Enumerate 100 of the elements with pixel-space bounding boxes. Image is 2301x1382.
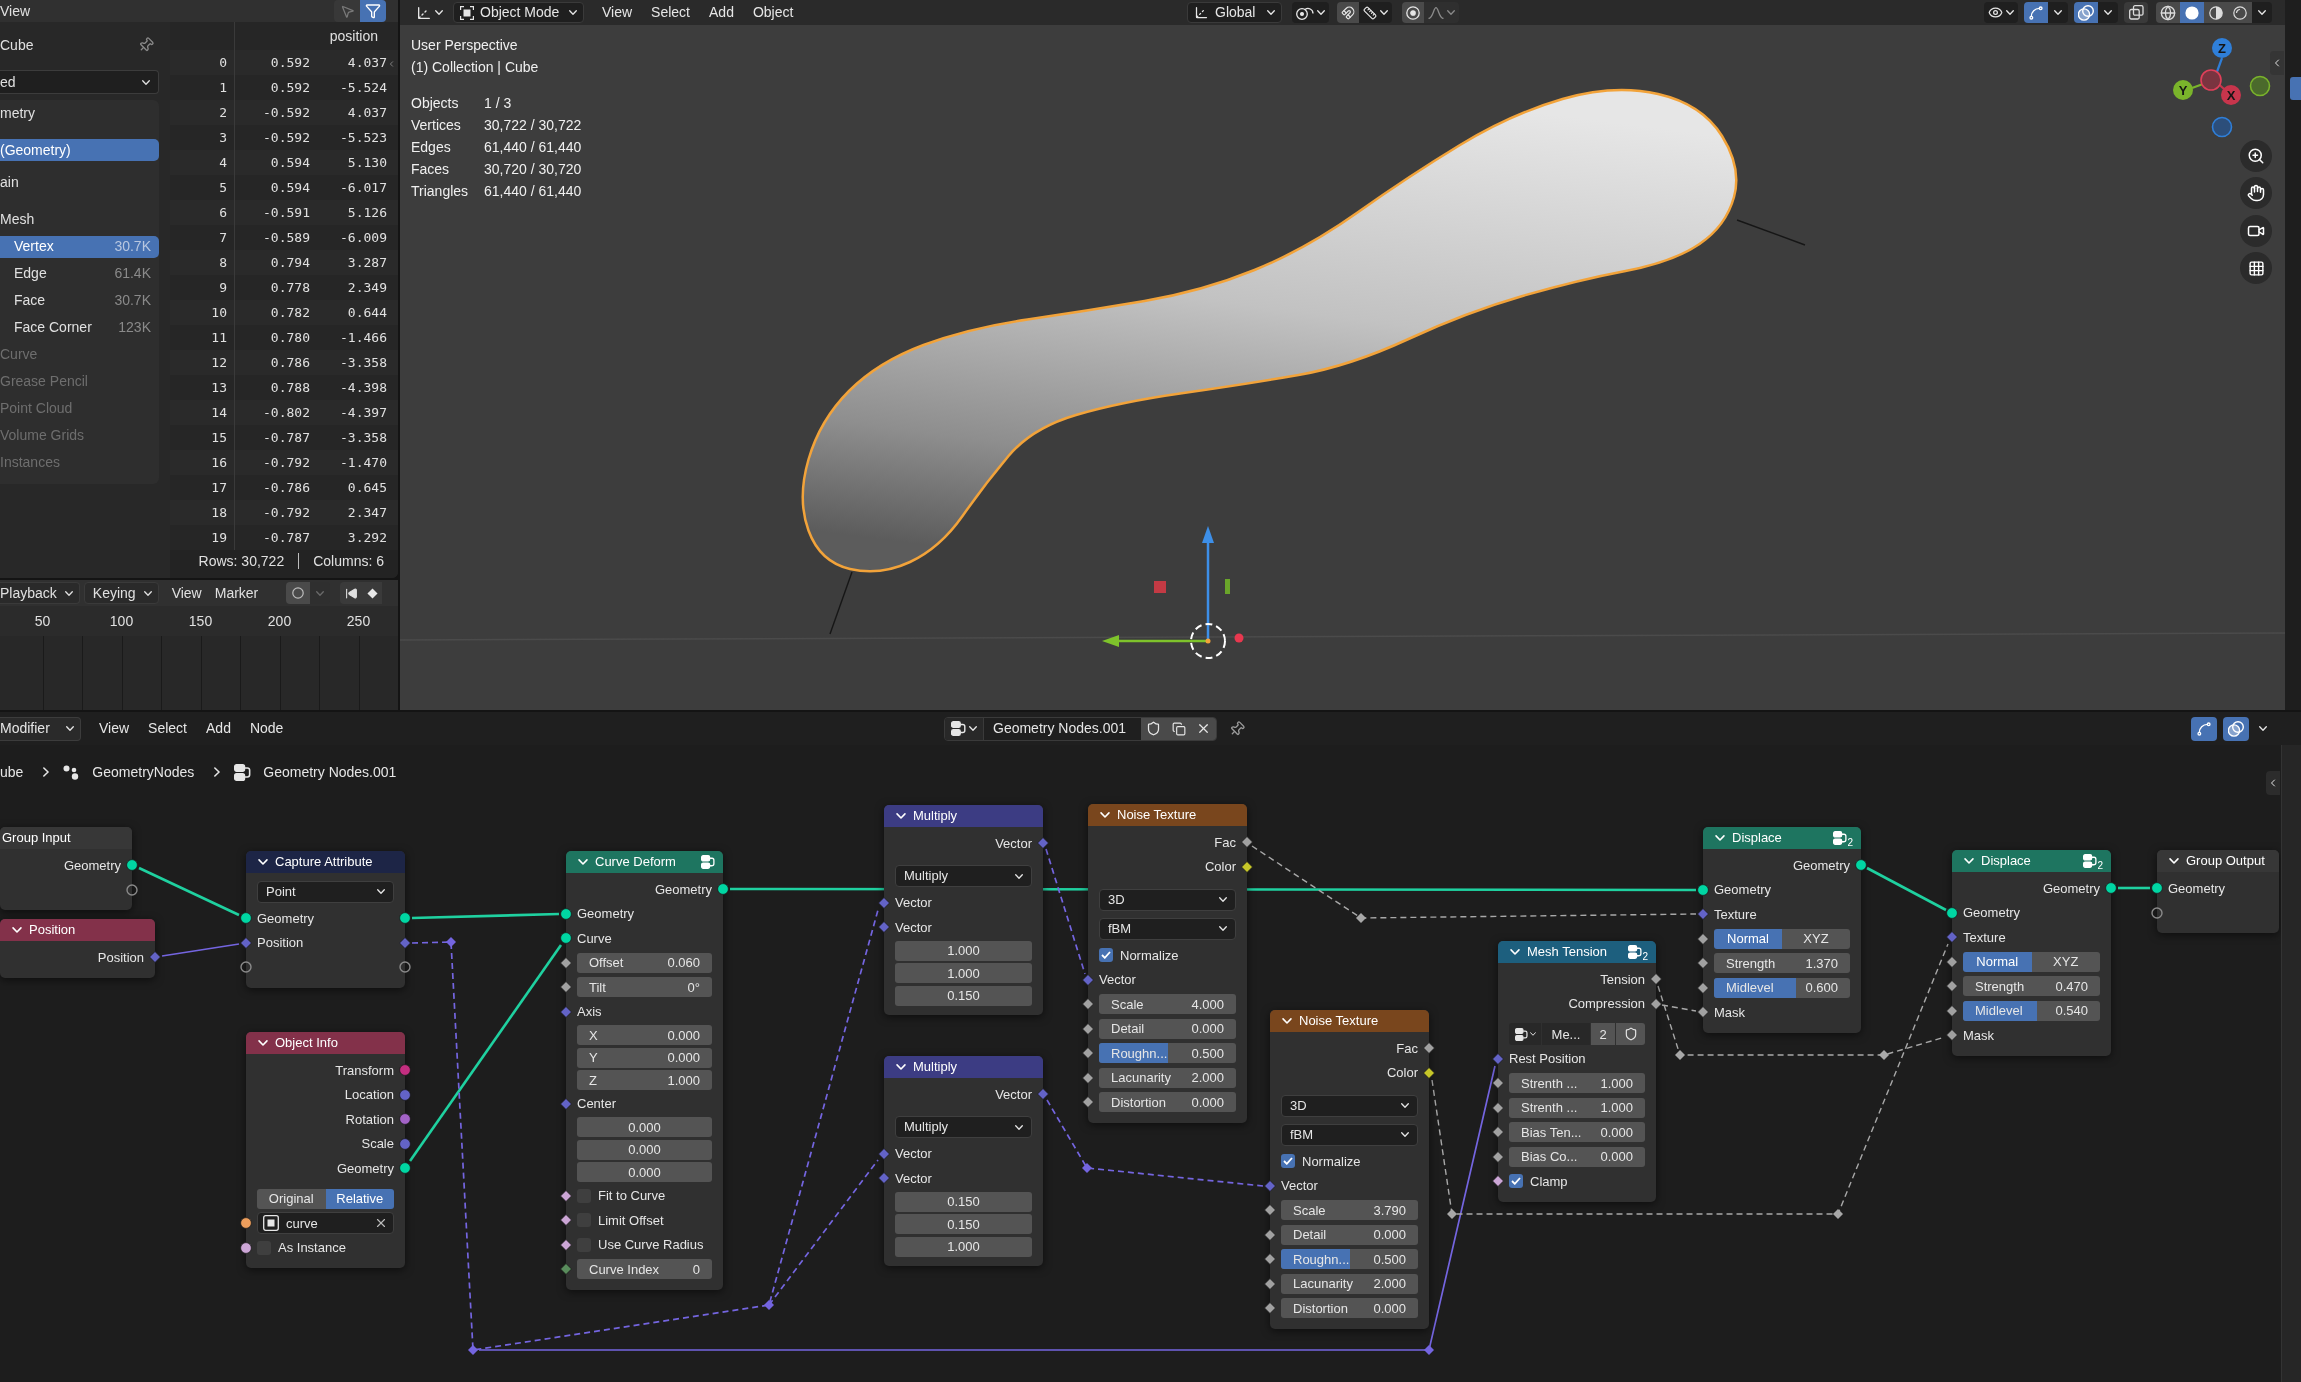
socket-label: Geometry (2168, 879, 2226, 898)
socket-label: Geometry (257, 909, 315, 928)
socket-label: Center (577, 1095, 617, 1113)
table-cell-text: 0.794 (270, 253, 310, 272)
table-cell-text: -5.523 (340, 128, 387, 147)
node-title: Group Output (2186, 852, 2265, 871)
table-cell-text: 0.592 (270, 53, 310, 72)
stat-value: 1 / 3 (484, 94, 512, 113)
table-cell-text: 0.594 (270, 153, 310, 172)
table-cell-text: 0.788 (270, 378, 310, 397)
node-title: Capture Attribute (275, 853, 373, 872)
node-title: Noise Texture (1299, 1012, 1379, 1031)
stat-value: 61,440 / 61,440 (484, 182, 582, 201)
section-heading: metry (0, 103, 35, 123)
domain-group-label: Instances (0, 453, 60, 472)
column-header: position (329, 26, 378, 46)
socket-label: Transform (335, 1061, 394, 1080)
axis-label: Z (2218, 40, 2226, 56)
stat-label: Triangles (411, 182, 469, 201)
table-cell-text: 0.594 (270, 178, 310, 197)
socket-label: Mask (1963, 1026, 1995, 1045)
table-cell-text: -3.358 (340, 353, 387, 372)
table-cell-text: 4.037 (347, 103, 387, 122)
socket-label: Geometry (2042, 879, 2100, 898)
table-cell-text: 5.130 (347, 153, 387, 172)
socket-label: Fac (1396, 1039, 1418, 1058)
socket-label: Rotation (345, 1110, 394, 1129)
socket-label: Compression (1568, 995, 1645, 1013)
node-title: Group Input (2, 829, 71, 848)
domain-group-label: Mesh (0, 210, 35, 229)
socket-label: Geometry (1963, 904, 2021, 922)
socket-label: Color (1386, 1064, 1418, 1082)
socket-label: Geometry (1714, 881, 1772, 899)
stat-value: 61,440 / 61,440 (484, 138, 582, 157)
table-cell-text: -0.787 (263, 528, 310, 547)
stat-label: Faces (411, 160, 450, 179)
table-cell-text: 0.778 (270, 278, 310, 297)
stat-label: Objects (411, 94, 459, 113)
breadcrumb-item: ube (0, 762, 24, 782)
user-count: 2 (2097, 861, 2103, 871)
node-title: Noise Texture (1117, 806, 1197, 825)
socket-label: Geometry (63, 856, 121, 875)
table-cell-text: -6.009 (340, 228, 387, 247)
row-index: 7 (219, 228, 227, 247)
node-title: Object Info (275, 1034, 338, 1053)
table-cell-text: -0.592 (263, 103, 310, 122)
table-cell-text: -1.466 (340, 328, 387, 347)
row-index: 14 (211, 403, 227, 422)
row-count: Rows: 30,722 (198, 551, 285, 571)
row-index: 1 (219, 78, 227, 97)
table-cell-text: -0.786 (263, 478, 310, 497)
row-index: 6 (219, 203, 227, 222)
table-cell-text: 0.645 (347, 478, 387, 497)
row-index: 0 (219, 53, 227, 72)
socket-label: Location (344, 1086, 394, 1104)
row-index: 8 (219, 253, 227, 272)
table-cell-text: 2.349 (347, 278, 387, 297)
socket-label: Fac (1214, 833, 1236, 852)
table-cell-text: 4.037 (347, 53, 387, 72)
socket-label: Curve (577, 929, 612, 948)
frame-number: 150 (188, 611, 213, 631)
table-cell-text: -0.787 (263, 428, 310, 447)
axis-label: X (2226, 87, 2236, 103)
row-index: 5 (219, 178, 227, 197)
checkbox-label: Normalize (1120, 946, 1179, 965)
node-title: Mesh Tension (1527, 943, 1607, 962)
table-cell-text: 0.780 (270, 328, 310, 347)
table-cell-text: 5.126 (347, 203, 387, 222)
row-index: 3 (219, 128, 227, 147)
socket-label: Vector (895, 918, 932, 937)
table-cell-text: -0.592 (263, 128, 310, 147)
table-cell-text: -4.398 (340, 378, 387, 397)
object-name: Cube (0, 35, 34, 55)
socket-label: Vector (995, 1085, 1032, 1104)
domain-group-label: Grease Pencil (0, 372, 88, 391)
checkbox-label: Normalize (1302, 1152, 1361, 1171)
node-title: Multiply (913, 807, 958, 826)
breadcrumb-item: Geometry Nodes.001 (263, 762, 397, 782)
checkbox-label: As Instance (278, 1239, 346, 1257)
stat-label: Edges (411, 138, 451, 157)
socket-label: Tension (1600, 970, 1645, 989)
table-cell-text: -6.017 (340, 178, 387, 197)
node-title: Displace (1732, 829, 1782, 848)
socket-label: Vector (895, 1145, 932, 1163)
stat-value: 30,722 / 30,722 (484, 116, 582, 135)
socket-label: Vector (1281, 1177, 1318, 1195)
table-cell-text: -0.792 (263, 453, 310, 472)
section-heading: ain (0, 172, 19, 192)
table-cell-text: -1.470 (340, 453, 387, 472)
checkbox-label: Limit Offset (598, 1211, 664, 1230)
row-index: 15 (211, 428, 227, 447)
view-name: User Perspective (411, 36, 518, 55)
frame-number: 100 (109, 611, 134, 631)
socket-label: Geometry (336, 1159, 394, 1178)
row-index: 19 (211, 528, 227, 547)
node-title: Multiply (913, 1058, 958, 1077)
row-index: 11 (211, 328, 227, 347)
row-index: 17 (211, 478, 227, 497)
user-count: 2 (1847, 838, 1853, 848)
axis-label: Y (2178, 82, 2188, 98)
